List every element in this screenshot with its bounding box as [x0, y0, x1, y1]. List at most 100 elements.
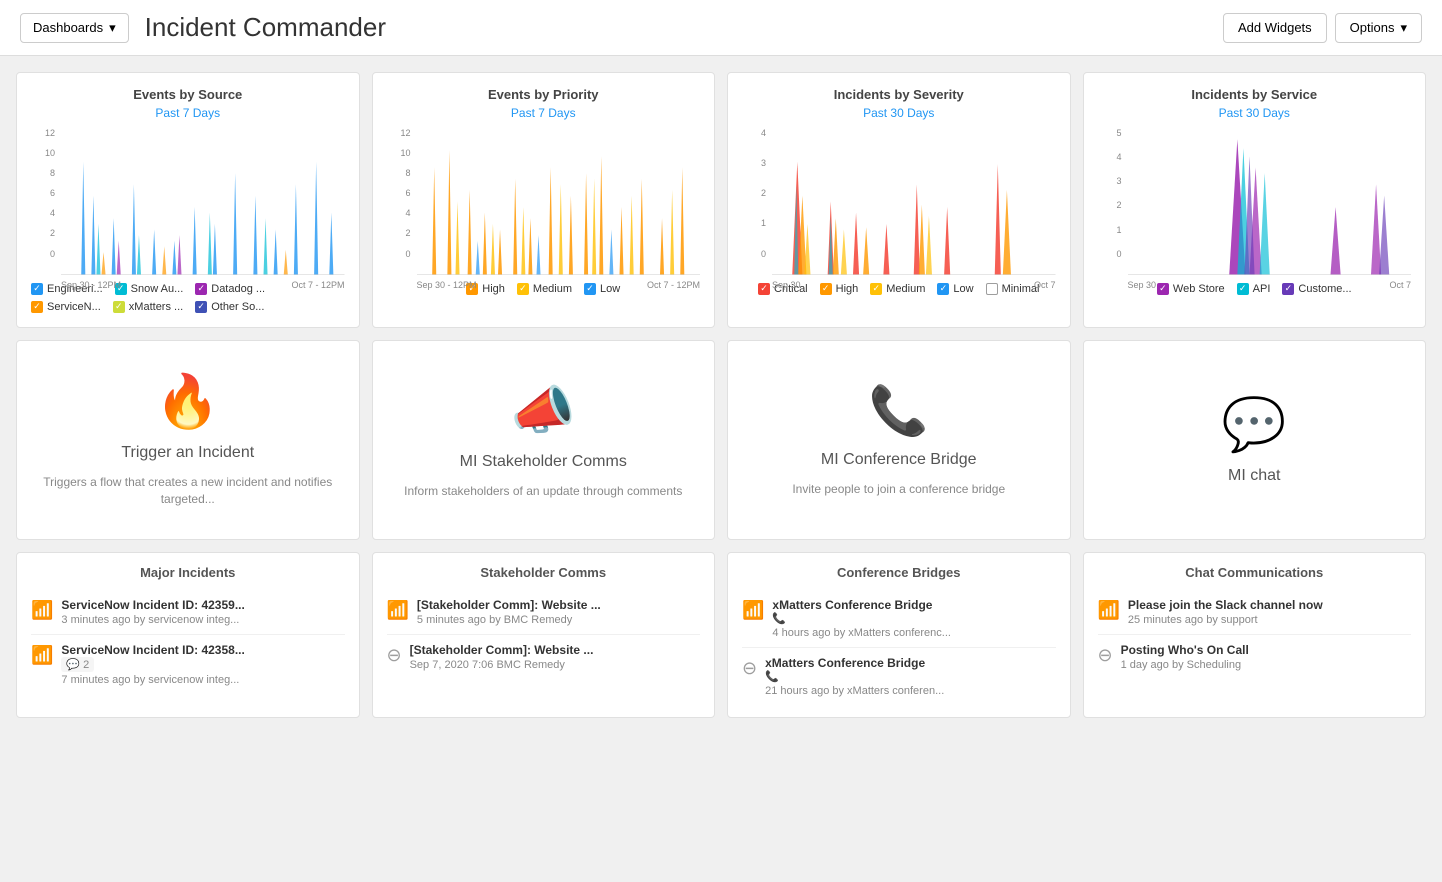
feed-title: Chat Communications: [1098, 565, 1412, 580]
feed-item: 📶 [Stakeholder Comm]: Website ... 5 minu…: [387, 590, 701, 635]
dashboards-button[interactable]: Dashboards ▾: [20, 13, 129, 43]
feed-item-name: [Stakeholder Comm]: Website ...: [410, 643, 700, 657]
feed-item-name: Posting Who's On Call: [1121, 643, 1411, 657]
chart-subtitle: Past 7 Days: [155, 106, 220, 120]
feed-content: ServiceNow Incident ID: 42358... 💬 2 7 m…: [61, 643, 344, 686]
feed-item: 📶 Please join the Slack channel now 25 m…: [1098, 590, 1412, 635]
page-title: Incident Commander: [145, 12, 1207, 43]
feed-item-name: xMatters Conference Bridge: [765, 656, 1055, 670]
feed-item-meta: 3 minutes ago by servicenow integ...: [61, 614, 344, 626]
options-button[interactable]: Options ▾: [1335, 13, 1422, 43]
header: Dashboards ▾ Incident Commander Add Widg…: [0, 0, 1442, 56]
feed-item-meta: 1 day ago by Scheduling: [1121, 659, 1411, 671]
chart-subtitle: Past 7 Days: [511, 106, 576, 120]
signal-icon: 📶: [1098, 600, 1120, 621]
chart-subtitle: Past 30 Days: [1219, 106, 1290, 120]
chevron-down-icon: ▾: [1400, 20, 1407, 36]
x-axis-labels: Sep 30 Oct 7: [1128, 280, 1412, 290]
feed-item-meta: 25 minutes ago by support: [1128, 614, 1411, 626]
trigger-incident-card[interactable]: 🔥 Trigger an Incident Triggers a flow th…: [16, 340, 360, 540]
dashboards-label: Dashboards: [33, 20, 103, 35]
chart-area: 121086420: [31, 128, 345, 275]
action-title: MI Conference Bridge: [821, 451, 977, 469]
legend-item: ✓ Other So...: [195, 301, 264, 313]
megaphone-icon: 📣: [511, 380, 576, 441]
chart-area: 43210: [742, 128, 1056, 275]
chart-svg: [1128, 128, 1412, 275]
stakeholder-comms-feed: Stakeholder Comms 📶 [Stakeholder Comm]: …: [372, 552, 716, 718]
feed-item-name: ServiceNow Incident ID: 42358...: [61, 643, 344, 657]
fire-icon: 🔥: [155, 371, 220, 432]
legend-item: ✓ ServiceN...: [31, 301, 101, 313]
chart-title: Events by Priority: [488, 87, 599, 102]
feed-title: Conference Bridges: [742, 565, 1056, 580]
conference-bridges-feed: Conference Bridges 📶 xMatters Conference…: [727, 552, 1071, 718]
action-title: MI chat: [1228, 467, 1280, 485]
feed-item: 📶 xMatters Conference Bridge 📞 4 hours a…: [742, 590, 1056, 648]
incidents-by-service-card: Incidents by Service Past 30 Days 543210: [1083, 72, 1427, 328]
legend-item: ✓ xMatters ...: [113, 301, 183, 313]
chat-communications-feed: Chat Communications 📶 Please join the Sl…: [1083, 552, 1427, 718]
chart-area: 121086420: [387, 128, 701, 275]
events-by-priority-card: Events by Priority Past 7 Days 121086420: [372, 72, 716, 328]
feed-item-name: [Stakeholder Comm]: Website ...: [417, 598, 700, 612]
feed-content: xMatters Conference Bridge 📞 21 hours ag…: [765, 656, 1055, 697]
feed-content: Please join the Slack channel now 25 min…: [1128, 598, 1411, 626]
major-incidents-feed: Major Incidents 📶 ServiceNow Incident ID…: [16, 552, 360, 718]
mi-stakeholder-comms-card[interactable]: 📣 MI Stakeholder Comms Inform stakeholde…: [372, 340, 716, 540]
x-axis-labels: Sep 30 - 12PM Oct 7 - 12PM: [61, 280, 345, 290]
header-actions: Add Widgets Options ▾: [1223, 13, 1422, 43]
feed-item: ⊖ Posting Who's On Call 1 day ago by Sch…: [1098, 635, 1412, 679]
chart-svg: [417, 128, 701, 275]
feed-item-meta: 4 hours ago by xMatters conferenc...: [772, 627, 1055, 639]
add-widgets-label: Add Widgets: [1238, 20, 1312, 35]
feed-item-meta: Sep 7, 2020 7:06 BMC Remedy: [410, 659, 700, 671]
action-desc: Inform stakeholders of an update through…: [404, 483, 682, 500]
chevron-down-icon: ▾: [109, 20, 116, 36]
signal-icon: 📶: [31, 645, 53, 666]
feed-item-meta: 5 minutes ago by BMC Remedy: [417, 614, 700, 626]
options-label: Options: [1350, 20, 1395, 35]
x-axis-labels: Sep 30 - 12PM Oct 7 - 12PM: [417, 280, 701, 290]
y-axis-labels: 43210: [742, 128, 766, 275]
y-axis-labels: 121086420: [387, 128, 411, 275]
feeds-row: Major Incidents 📶 ServiceNow Incident ID…: [16, 552, 1426, 718]
action-desc: Triggers a flow that creates a new incid…: [37, 474, 339, 508]
y-axis-labels: 121086420: [31, 128, 55, 275]
main-content: Events by Source Past 7 Days 121086420: [0, 56, 1442, 734]
chat-icon: 💬: [1222, 394, 1287, 455]
mi-chat-card[interactable]: 💬 MI chat: [1083, 340, 1427, 540]
feed-content: [Stakeholder Comm]: Website ... 5 minute…: [417, 598, 700, 626]
action-desc: Invite people to join a conference bridg…: [792, 481, 1005, 498]
feed-item: ⊖ xMatters Conference Bridge 📞 21 hours …: [742, 648, 1056, 705]
charts-row: Events by Source Past 7 Days 121086420: [16, 72, 1426, 328]
signal-icon: 📶: [31, 600, 53, 621]
feed-item: 📶 ServiceNow Incident ID: 42358... 💬 2 7…: [31, 635, 345, 694]
feed-item-meta: 7 minutes ago by servicenow integ...: [61, 674, 344, 686]
feed-item-name: ServiceNow Incident ID: 42359...: [61, 598, 344, 612]
feed-title: Stakeholder Comms: [387, 565, 701, 580]
x-axis-labels: Sep 30 Oct 7: [772, 280, 1056, 290]
feed-title: Major Incidents: [31, 565, 345, 580]
feed-item: ⊖ [Stakeholder Comm]: Website ... Sep 7,…: [387, 635, 701, 679]
phone-icon-small: 📞: [765, 670, 1055, 683]
feed-content: ServiceNow Incident ID: 42359... 3 minut…: [61, 598, 344, 626]
chart-area: 543210 Sep: [1098, 128, 1412, 275]
muted-icon: ⊖: [387, 645, 402, 666]
y-axis-labels: 543210: [1098, 128, 1122, 275]
incidents-by-severity-card: Incidents by Severity Past 30 Days 43210: [727, 72, 1071, 328]
muted-icon: ⊖: [742, 658, 757, 679]
actions-row: 🔥 Trigger an Incident Triggers a flow th…: [16, 340, 1426, 540]
phone-icon-small: 📞: [772, 612, 1055, 625]
add-widgets-button[interactable]: Add Widgets: [1223, 13, 1327, 43]
feed-item-name: Please join the Slack channel now: [1128, 598, 1411, 612]
action-title: MI Stakeholder Comms: [460, 453, 627, 471]
chart-title: Incidents by Service: [1191, 87, 1317, 102]
mi-conference-bridge-card[interactable]: 📞 MI Conference Bridge Invite people to …: [727, 340, 1071, 540]
chart-title: Events by Source: [133, 87, 242, 102]
feed-item: 📶 ServiceNow Incident ID: 42359... 3 min…: [31, 590, 345, 635]
feed-item-name: xMatters Conference Bridge: [772, 598, 1055, 612]
events-by-source-card: Events by Source Past 7 Days 121086420: [16, 72, 360, 328]
chart-svg: [772, 128, 1056, 275]
muted-icon: ⊖: [1098, 645, 1113, 666]
